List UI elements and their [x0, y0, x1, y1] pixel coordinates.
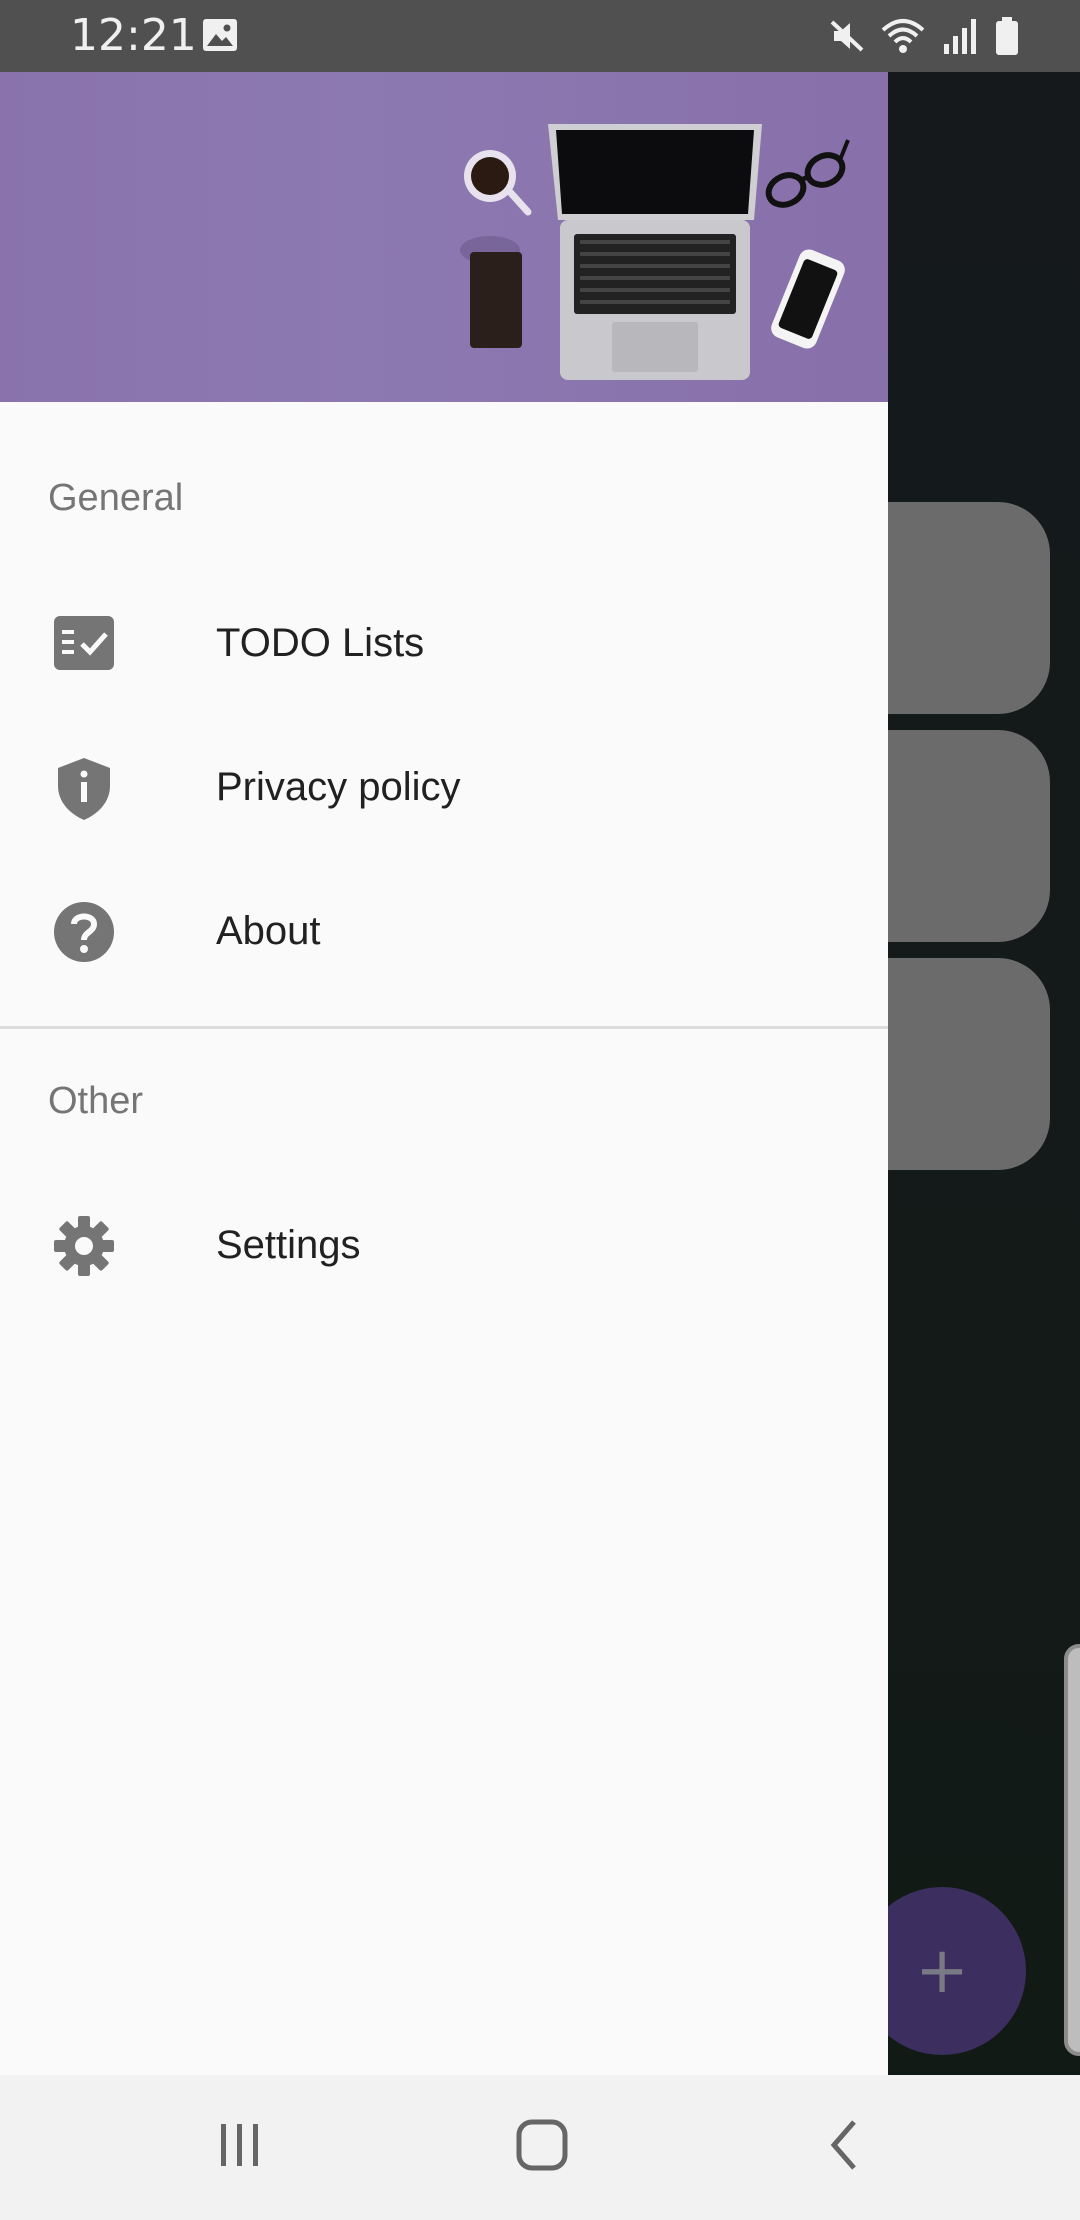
menu-item-label: Settings [216, 1223, 361, 1267]
recents-button[interactable] [180, 2095, 300, 2195]
section-title-general: General [48, 477, 184, 519]
status-bar: 12:21 [0, 0, 1080, 72]
wifi-icon [881, 19, 925, 53]
home-button[interactable] [482, 2095, 602, 2195]
checklist-icon [54, 616, 114, 670]
menu-item-about[interactable]: About [0, 866, 888, 996]
menu-item-label: About [216, 909, 321, 953]
battery-icon [996, 17, 1018, 55]
mute-icon [830, 20, 864, 52]
navigation-drawer: General TODO Lists Privacy policy About … [0, 72, 888, 2075]
image-icon [203, 19, 237, 51]
background-card [860, 958, 1050, 1170]
system-nav-bar [0, 2075, 1080, 2220]
help-circle-icon [54, 902, 114, 962]
back-button[interactable] [784, 2095, 904, 2195]
menu-item-todo-lists[interactable]: TODO Lists [0, 578, 888, 708]
recents-icon [221, 2124, 258, 2166]
section-divider [0, 1026, 888, 1029]
menu-item-settings[interactable]: Settings [0, 1180, 888, 1310]
shield-info-icon [58, 758, 110, 820]
menu-item-label: Privacy policy [216, 765, 461, 809]
background-card [860, 730, 1050, 942]
signal-icon [944, 19, 976, 54]
menu-item-privacy-policy[interactable]: Privacy policy [0, 722, 888, 852]
background-card [860, 502, 1050, 714]
status-time: 12:21 [70, 10, 197, 61]
menu-item-label: TODO Lists [216, 621, 425, 665]
section-title-other: Other [48, 1080, 144, 1122]
desk-illustration [460, 124, 850, 380]
home-icon [516, 2119, 568, 2171]
drawer-header-image [0, 72, 888, 402]
back-icon [830, 2120, 856, 2170]
gear-icon [54, 1216, 114, 1276]
scroll-thumb[interactable] [1064, 1644, 1080, 2056]
